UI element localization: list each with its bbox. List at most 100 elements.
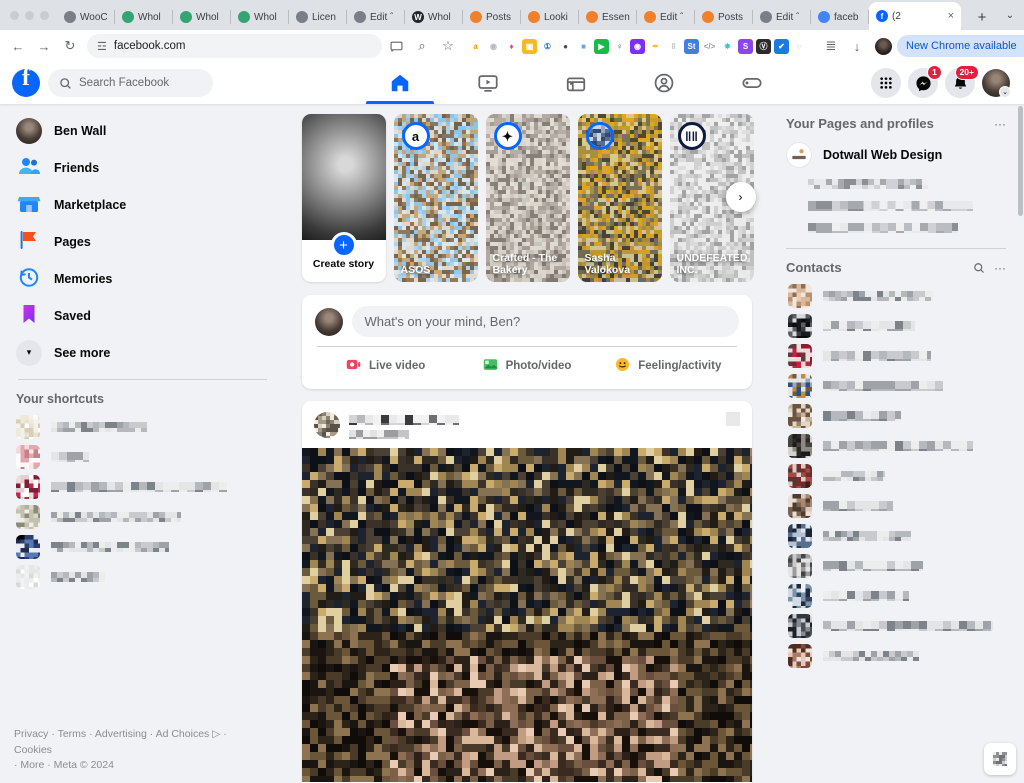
browser-tab-1[interactable]: Whol (115, 4, 173, 30)
reload-button[interactable]: ↻ (58, 34, 82, 58)
teal-extension[interactable]: ✵ (720, 38, 735, 54)
browser-tab-4[interactable]: Licen (289, 4, 347, 30)
post-menu-icon[interactable] (725, 412, 740, 426)
footer-legal-line-2[interactable]: · More · Meta © 2024 (14, 758, 264, 773)
browser-tab-7[interactable]: Posts (463, 4, 521, 30)
sidebar-item-memories[interactable]: Memories (8, 260, 275, 297)
contacts-search-icon[interactable] (973, 262, 985, 274)
mic-extension[interactable]: ♀ (612, 38, 627, 54)
messenger-fab-button[interactable] (984, 743, 1016, 775)
browser-tab-2[interactable]: Whol (173, 4, 231, 30)
sidebar-item-marketplace[interactable]: Marketplace (8, 186, 275, 223)
browser-tab-13[interactable]: faceb (811, 4, 869, 30)
zoom-search-icon[interactable]: ⌕ (410, 34, 434, 58)
blue-check-extension[interactable]: ✔ (774, 38, 789, 54)
tab-groups[interactable] (620, 62, 708, 104)
dark-extension[interactable]: Ⓥ (756, 38, 771, 54)
amazon-extension[interactable]: a (468, 38, 483, 54)
window-maximize-dot[interactable] (40, 10, 49, 20)
new-tab-button[interactable]: + (968, 4, 996, 30)
shortcut-item-5[interactable] (8, 562, 275, 592)
contact-item-9[interactable] (780, 551, 1012, 581)
play-extension[interactable]: ▶ (594, 38, 609, 54)
save-extension[interactable]: ■ (576, 38, 591, 54)
contact-item-6[interactable] (780, 461, 1012, 491)
shortcut-item-0[interactable] (8, 412, 275, 442)
story-card-2[interactable]: Sasha Valokova (577, 114, 662, 282)
tab-marketplace[interactable] (532, 62, 620, 104)
contact-item-10[interactable] (780, 581, 1012, 611)
pages-menu-icon[interactable]: ··· (994, 117, 1006, 131)
story-card-0[interactable]: a ASOS (393, 114, 478, 282)
chrome-update-button[interactable]: New Chrome available ⋮ (897, 35, 1024, 57)
sidebar-item-see-more[interactable]: ▾ See more (8, 334, 275, 371)
tab-gaming[interactable] (708, 62, 796, 104)
grid-menu-icon[interactable] (871, 68, 901, 98)
browser-tab-8[interactable]: Looki (521, 4, 579, 30)
tab-home[interactable] (356, 62, 444, 104)
camera-extension[interactable]: ● (558, 38, 573, 54)
outline-extension[interactable]: ○ (792, 38, 807, 54)
page-item-dotwall[interactable]: Dotwall Web Design (780, 137, 1012, 173)
grey-extension[interactable]: ◉ (486, 38, 501, 54)
story-card-1[interactable]: ✦ Crafted - The Bakery (485, 114, 570, 282)
window-minimize-dot[interactable] (25, 10, 34, 20)
onepassword-extension[interactable]: ① (540, 38, 555, 54)
download-icon[interactable]: ↓ (845, 34, 869, 58)
browser-tab-5[interactable]: Edit ˝ (347, 4, 405, 30)
messenger-button[interactable]: 1 (908, 65, 942, 98)
page-sub-row-1[interactable] (780, 195, 1012, 217)
browser-tab-10[interactable]: Edit ˝ (637, 4, 695, 30)
post-author-avatar-redacted[interactable] (313, 412, 340, 438)
browser-tab-12[interactable]: Edit ˝ (753, 4, 811, 30)
cast-icon[interactable] (384, 34, 408, 58)
browser-tab-6[interactable]: W Whol (405, 4, 463, 30)
sidebar-item-saved[interactable]: Saved (8, 297, 275, 334)
create-story-plus-icon[interactable]: + (330, 232, 357, 258)
contact-item-3[interactable] (780, 371, 1012, 401)
contact-item-2[interactable] (780, 341, 1012, 371)
grey2-extension[interactable]: ‖ (666, 38, 681, 54)
contact-item-8[interactable] (780, 521, 1012, 551)
window-close-dot[interactable] (10, 10, 19, 20)
firefox-pocket-extension[interactable]: ♦ (504, 38, 519, 54)
contact-item-1[interactable] (780, 311, 1012, 341)
stripe-extension[interactable]: St (684, 38, 699, 54)
paint-extension[interactable]: ✒ (648, 38, 663, 54)
page-sub-row-2[interactable] (780, 217, 1012, 239)
code-extension[interactable]: </> (702, 38, 717, 54)
tab-video[interactable] (444, 62, 532, 104)
reading-list-icon[interactable]: ≣ (819, 34, 843, 58)
page-scrollbar[interactable] (1017, 104, 1024, 783)
address-bar[interactable]: ☲ facebook.com (87, 34, 382, 58)
address-bar-url[interactable]: facebook.com (114, 40, 372, 52)
contacts-menu-icon[interactable]: ··· (994, 261, 1006, 275)
contact-item-7[interactable] (780, 491, 1012, 521)
search-input[interactable]: Search Facebook (48, 69, 213, 97)
site-settings-icon[interactable]: ☲ (97, 40, 107, 53)
shortcut-item-4[interactable] (8, 532, 275, 562)
forward-button[interactable]: → (32, 34, 56, 58)
facebook-logo-icon[interactable] (12, 65, 40, 97)
browser-tab-0[interactable]: WooC (57, 4, 115, 30)
browser-tab-11[interactable]: Posts (695, 4, 753, 30)
sidebar-item-friends[interactable]: Friends (8, 149, 275, 186)
footer-legal-line-1[interactable]: Privacy · Terms · Advertising · Ad Choic… (14, 727, 264, 757)
post-image-redacted[interactable] (301, 448, 752, 782)
create-story-card[interactable]: + Create story (301, 114, 386, 282)
browser-profile-avatar[interactable] (871, 34, 895, 58)
notifications-button[interactable]: 20+ (945, 65, 979, 98)
composer-action-feeling-activity[interactable]: Feeling/activity (597, 349, 738, 382)
slack-extension[interactable]: S (738, 38, 753, 54)
sidebar-item-ben-wall[interactable]: Ben Wall (8, 112, 275, 149)
browser-tab-9[interactable]: Essen (579, 4, 637, 30)
contact-item-4[interactable] (780, 401, 1012, 431)
search-extension[interactable]: ◉ (630, 38, 645, 54)
page-sub-row-0[interactable] (780, 173, 1012, 195)
shortcut-item-1[interactable] (8, 442, 275, 472)
shortcut-item-3[interactable] (8, 502, 275, 532)
sidebar-item-pages[interactable]: Pages (8, 223, 275, 260)
browser-tab-active[interactable]: f (2 × (869, 2, 961, 30)
lastpass-extension[interactable]: ▣ (522, 38, 537, 54)
composer-avatar[interactable] (314, 307, 343, 336)
